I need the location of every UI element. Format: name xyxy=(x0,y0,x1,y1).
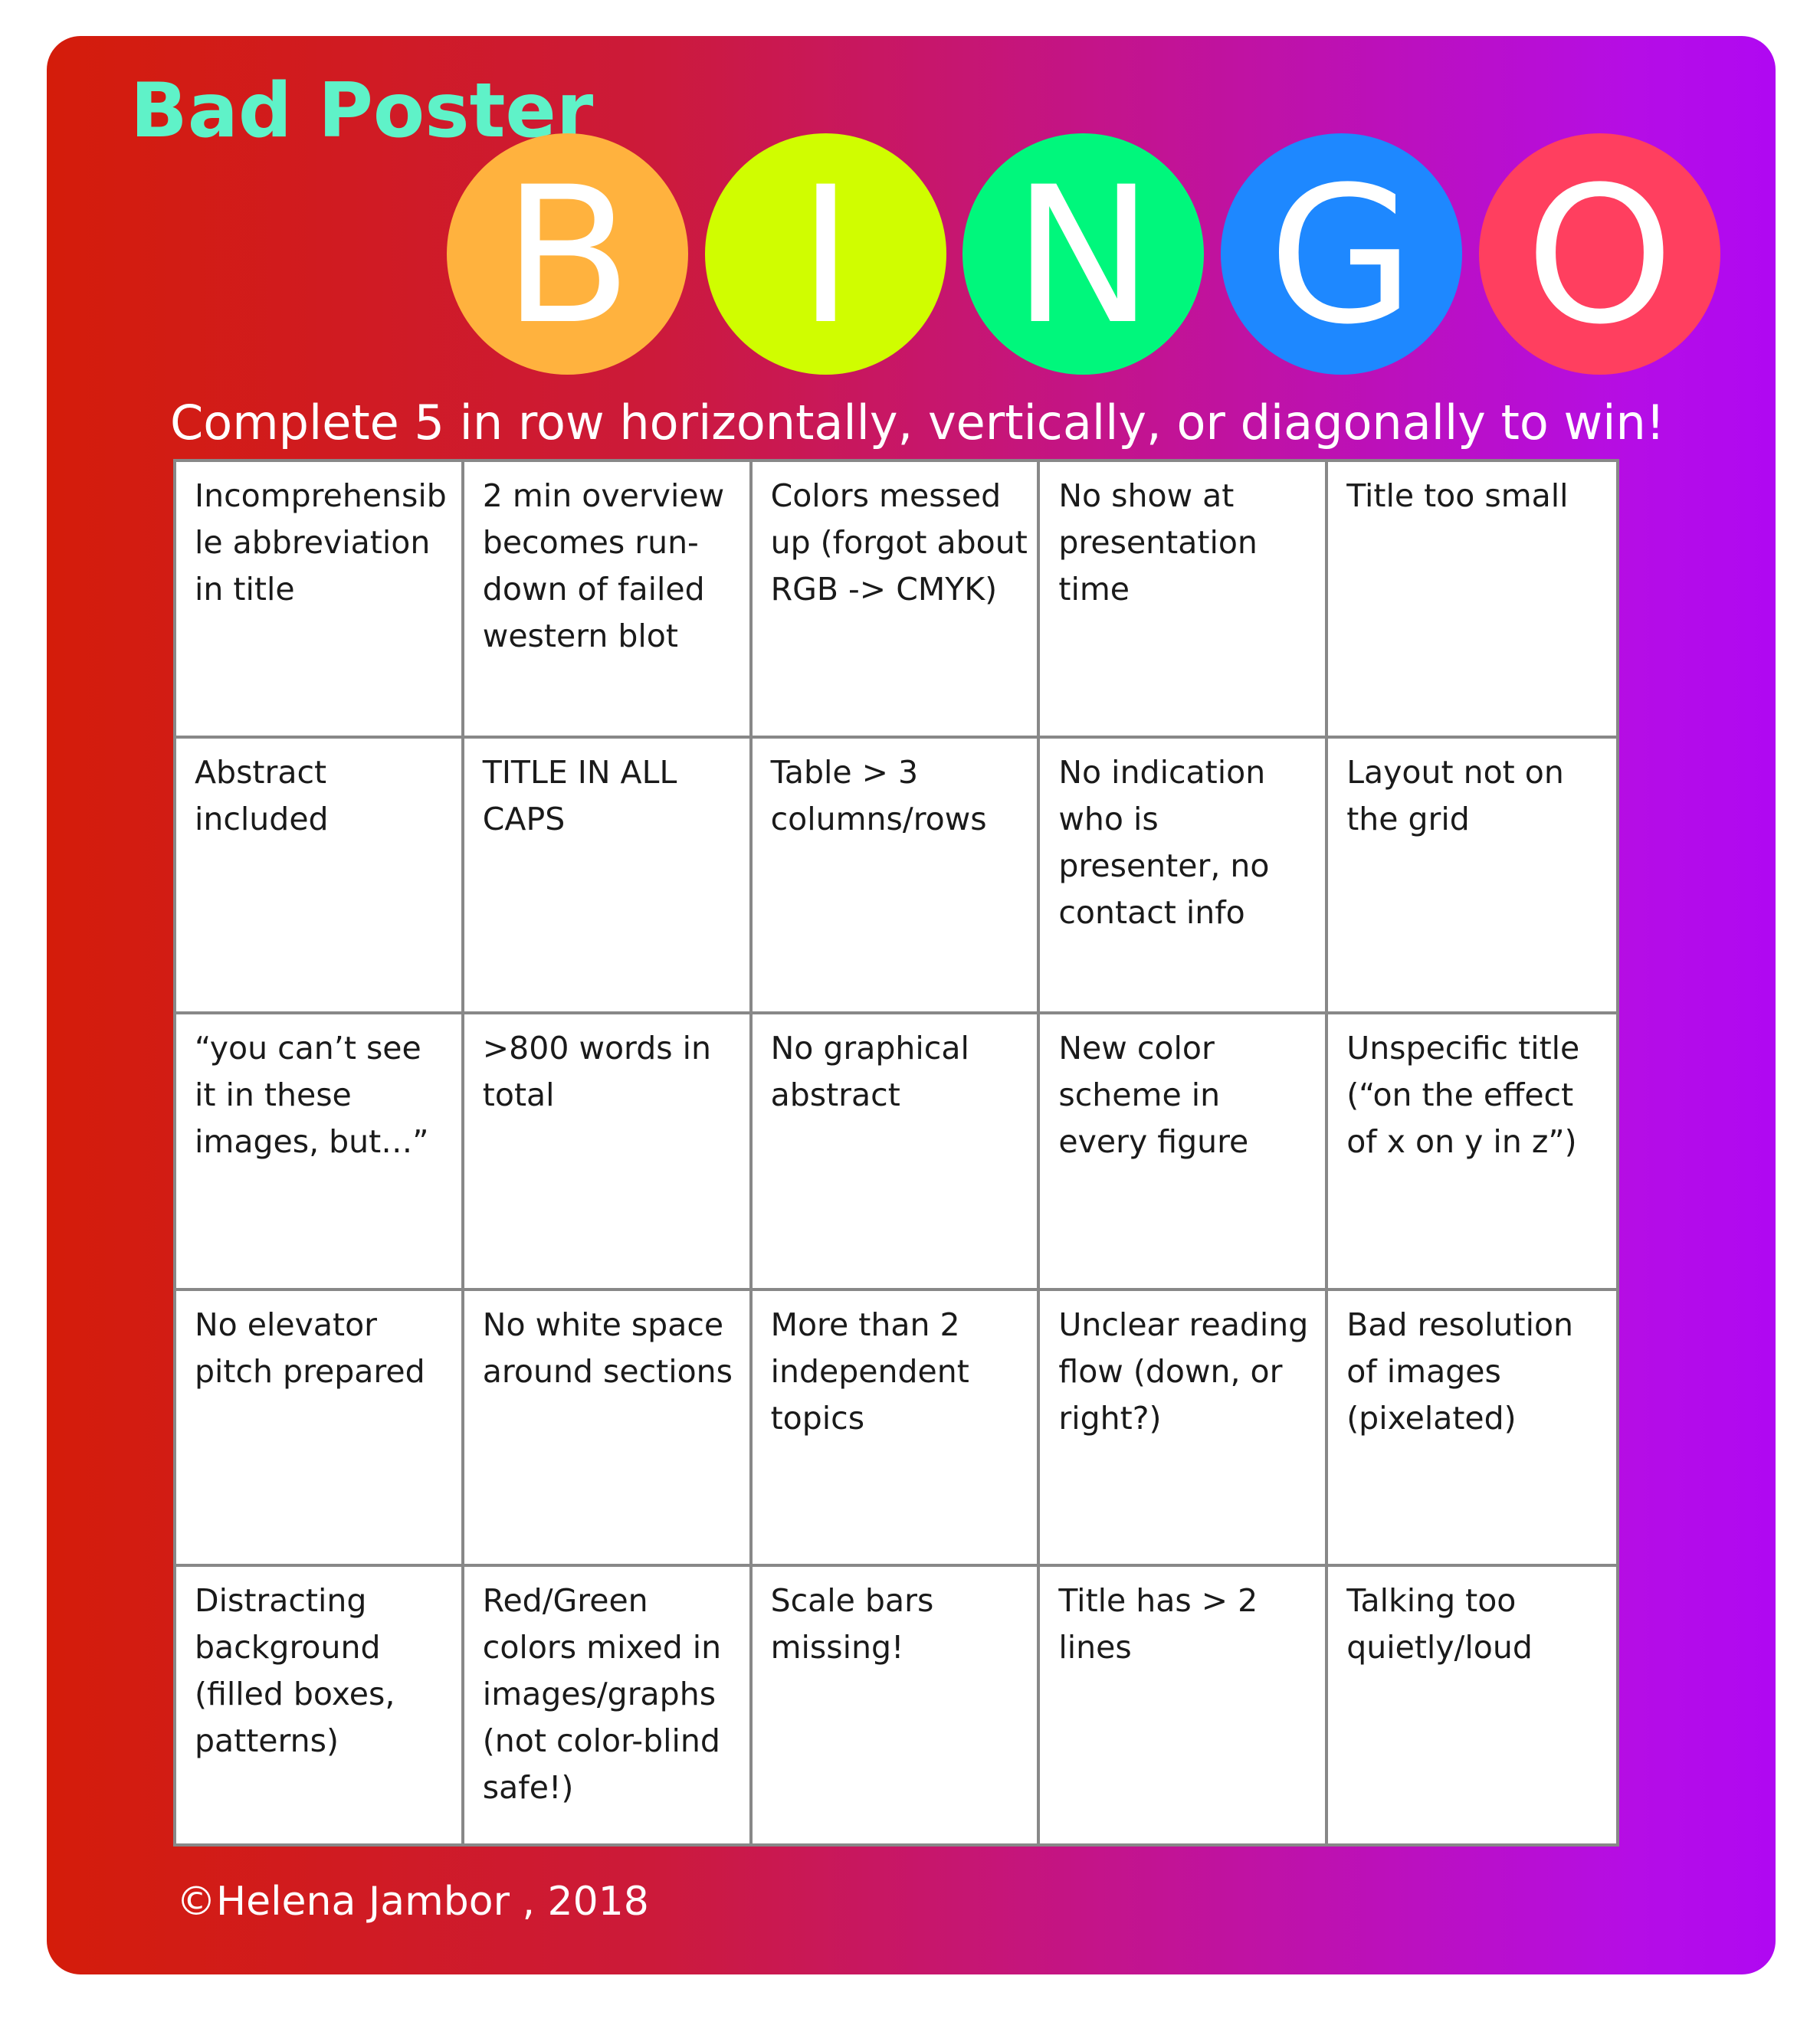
bingo-cell[interactable]: 2 min overview becomes run-down of faile… xyxy=(464,462,753,739)
bingo-letter-g: G xyxy=(1268,146,1415,366)
bingo-cell[interactable]: Title has > 2 lines xyxy=(1040,1567,1329,1843)
bingo-cell[interactable]: Layout not on the grid xyxy=(1328,739,1616,1015)
instructions-text: Complete 5 in row horizontally, vertical… xyxy=(170,395,1665,451)
bingo-cell[interactable]: No show at presentation time xyxy=(1040,462,1329,739)
bingo-cell[interactable]: Scale bars missing! xyxy=(753,1567,1041,1843)
bingo-cell[interactable]: No white space around sections xyxy=(464,1290,753,1568)
bingo-cell[interactable]: Talking too quietly/loud xyxy=(1328,1567,1616,1843)
bingo-cell[interactable]: Incomprehensible abbreviation in title xyxy=(176,462,464,739)
bingo-cell[interactable]: Red/Green colors mixed in images/graphs … xyxy=(464,1567,753,1843)
bingo-letter-i: I xyxy=(798,146,854,366)
bingo-cell[interactable]: “you can’t see it in these images, but…” xyxy=(176,1014,464,1291)
bingo-letter-n: N xyxy=(1012,146,1154,366)
bingo-ball-g: G xyxy=(1221,133,1462,375)
bingo-cell[interactable]: >800 words in total xyxy=(464,1014,753,1291)
bingo-cell[interactable]: Bad resolution of images (pixelated) xyxy=(1328,1291,1616,1568)
bingo-ball-n: N xyxy=(962,133,1204,375)
bingo-letter-o: O xyxy=(1525,146,1674,366)
bingo-grid: Incomprehensible abbreviation in title 2… xyxy=(173,459,1619,1847)
bingo-cell[interactable]: Unclear reading flow (down, or right?) xyxy=(1040,1290,1329,1568)
bingo-cell[interactable]: TITLE IN ALL CAPS xyxy=(464,738,753,1015)
bingo-cell[interactable]: Table > 3 columns/rows xyxy=(752,738,1041,1015)
bingo-cell[interactable]: Unspecific title (“on the effect of x on… xyxy=(1328,1014,1616,1291)
bingo-cell[interactable]: Colors messed up (forgot about RGB -> CM… xyxy=(752,462,1041,739)
bingo-cell[interactable]: More than 2 independent topics xyxy=(752,1290,1041,1568)
bingo-ball-b: B xyxy=(447,133,688,375)
copyright-footer: ©Helena Jambor , 2018 xyxy=(176,1879,649,1925)
bingo-cell[interactable]: Distracting background (filled boxes, pa… xyxy=(176,1567,464,1843)
bingo-ball-i: I xyxy=(705,133,946,375)
bingo-cell[interactable]: Title too small xyxy=(1328,462,1616,739)
bingo-cell[interactable]: No graphical abstract xyxy=(752,1014,1041,1291)
bingo-cell[interactable]: Abstract included xyxy=(176,738,464,1015)
bingo-cell[interactable]: No elevator pitch prepared xyxy=(176,1290,464,1568)
bingo-cell[interactable]: No indication who is presenter, no conta… xyxy=(1040,738,1329,1015)
bingo-letter-b: B xyxy=(503,146,632,366)
bingo-ball-o: O xyxy=(1479,133,1720,375)
bingo-cell[interactable]: New color scheme in every figure xyxy=(1040,1014,1329,1291)
